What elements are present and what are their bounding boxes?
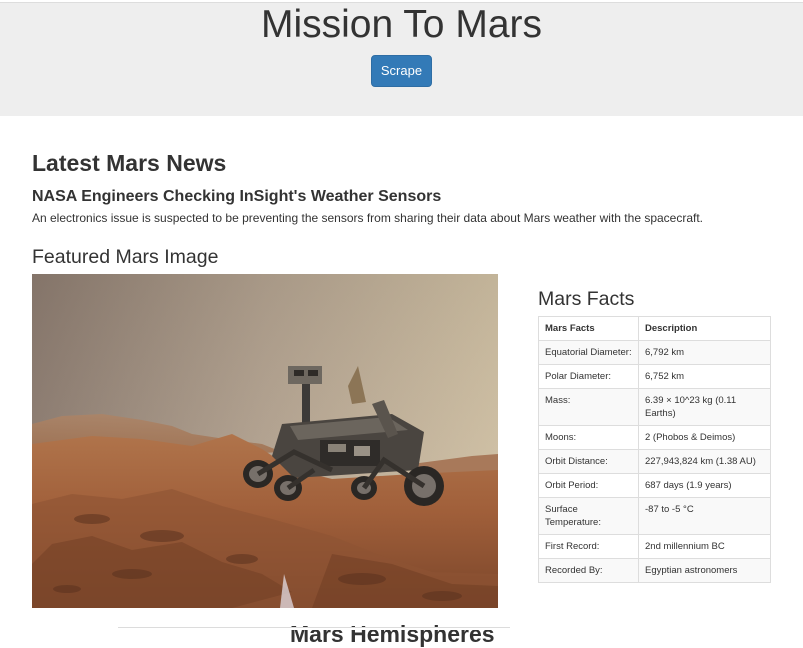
fact-label: Moons: xyxy=(538,425,639,450)
news-paragraph: An electronics issue is suspected to be … xyxy=(32,211,704,225)
fact-value: 6.39 × 10^23 kg (0.11 Earths) xyxy=(638,388,771,426)
page-title: Mission To Mars xyxy=(260,3,543,46)
jumbotron-header: Mission To Mars Scrape xyxy=(0,2,803,116)
table-row: Mass: 6.39 × 10^23 kg (0.11 Earths) xyxy=(538,388,771,426)
fact-label: Polar Diameter: xyxy=(538,364,639,389)
table-row: First Record: 2nd millennium BC xyxy=(538,534,771,559)
featured-image-heading: Featured Mars Image xyxy=(32,246,219,268)
table-row: Recorded By: Egyptian astronomers xyxy=(538,558,771,583)
fact-value: Egyptian astronomers xyxy=(638,558,771,583)
hemispheres-heading: Mars Hemispheres xyxy=(290,621,495,647)
table-row: Orbit Distance: 227,943,824 km (1.38 AU) xyxy=(538,449,771,474)
fact-value: 227,943,824 km (1.38 AU) xyxy=(638,449,771,474)
column-header: Mars Facts xyxy=(538,316,639,341)
fact-value: 6,792 km xyxy=(638,340,771,365)
table-row: Surface Temperature: -87 to -5 °C xyxy=(538,497,771,535)
fact-value: 2 (Phobos & Deimos) xyxy=(638,425,771,450)
news-section-heading: Latest Mars News xyxy=(32,150,227,176)
mars-facts-heading: Mars Facts xyxy=(538,288,635,310)
news-title: NASA Engineers Checking InSight's Weathe… xyxy=(32,188,442,205)
table-row: Equatorial Diameter: 6,792 km xyxy=(538,340,771,365)
fact-label: Orbit Distance: xyxy=(538,449,639,474)
fact-label: Mass: xyxy=(538,388,639,426)
fact-label: Recorded By: xyxy=(538,558,639,583)
fact-label: First Record: xyxy=(538,534,639,559)
fact-value: 6,752 km xyxy=(638,364,771,389)
table-row: Moons: 2 (Phobos & Deimos) xyxy=(538,425,771,450)
divider-line xyxy=(118,627,510,628)
table-row: Orbit Period: 687 days (1.9 years) xyxy=(538,473,771,498)
column-header: Description xyxy=(638,316,771,341)
fact-label: Surface Temperature: xyxy=(538,497,639,535)
fact-label: Equatorial Diameter: xyxy=(538,340,639,365)
fact-value: -87 to -5 °C xyxy=(638,497,771,535)
fact-value: 2nd millennium BC xyxy=(638,534,771,559)
fact-value: 687 days (1.9 years) xyxy=(638,473,771,498)
table-header-row: Mars Facts Description xyxy=(538,316,771,341)
fact-label: Orbit Period: xyxy=(538,473,639,498)
featured-mars-image xyxy=(32,274,498,608)
mars-facts-table: Mars Facts Description Equatorial Diamet… xyxy=(538,316,771,583)
table-row: Polar Diameter: 6,752 km xyxy=(538,364,771,389)
scrape-button[interactable]: Scrape xyxy=(371,55,432,87)
